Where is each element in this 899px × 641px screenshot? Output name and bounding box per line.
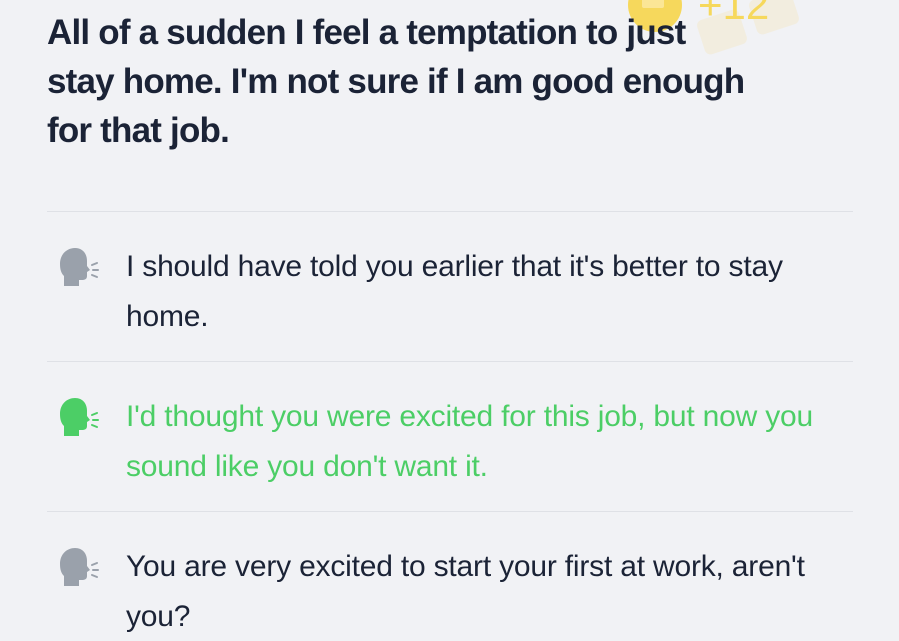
- speaking-head-icon: [60, 248, 99, 286]
- answer-options: I should have told you earlier that it's…: [47, 211, 853, 641]
- answer-option-3[interactable]: You are very excited to start your first…: [47, 511, 853, 641]
- speaking-head-icon: [60, 548, 99, 586]
- speaking-head-icon: [60, 398, 99, 436]
- answer-option-label: I'd thought you were excited for this jo…: [126, 400, 814, 483]
- answer-option-2[interactable]: I'd thought you were excited for this jo…: [47, 361, 853, 511]
- answer-option-label: I should have told you earlier that it's…: [126, 250, 783, 333]
- answer-option-1[interactable]: I should have told you earlier that it's…: [47, 211, 853, 361]
- answer-option-label: You are very excited to start your first…: [126, 550, 805, 633]
- prompt-text: All of a sudden I feel a temptation to j…: [47, 13, 745, 150]
